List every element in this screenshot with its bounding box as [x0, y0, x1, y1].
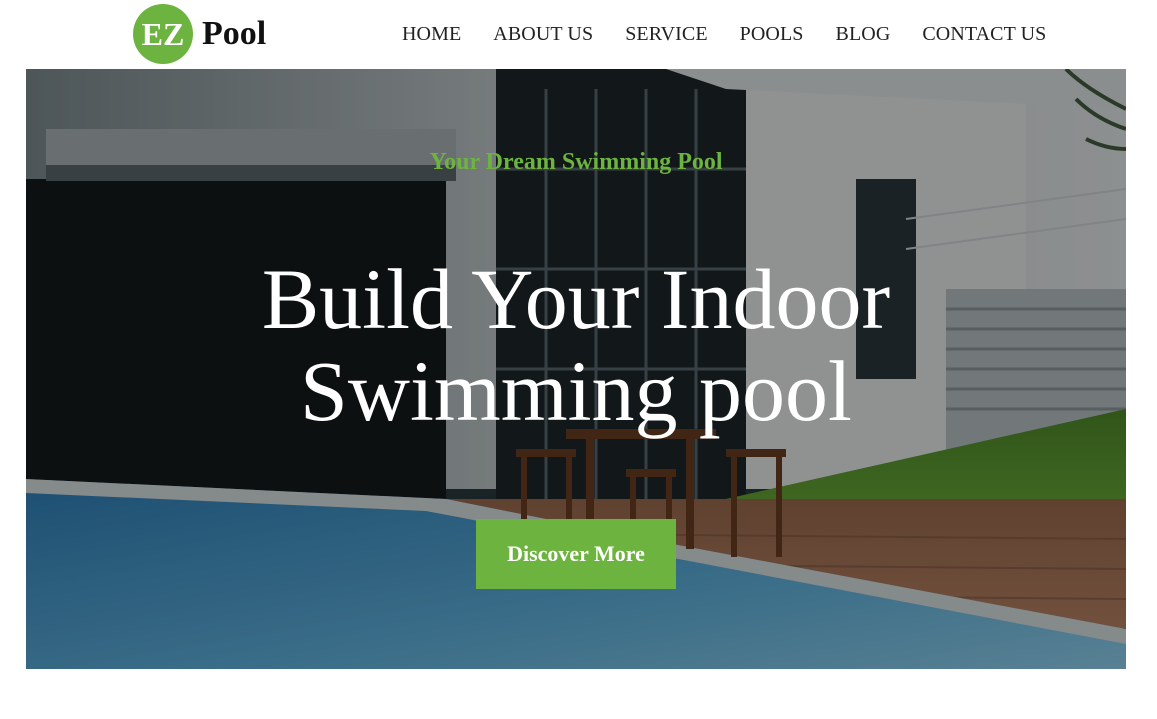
nav-item-pools[interactable]: POOLS	[724, 0, 820, 69]
hero-banner: Your Dream Swimming Pool Build Your Indo…	[26, 69, 1126, 669]
hero-title-line-2: Swimming pool	[300, 343, 852, 439]
hero-kicker: Your Dream Swimming Pool	[429, 149, 723, 175]
nav-item-blog[interactable]: BLOG	[820, 0, 907, 69]
discover-more-button[interactable]: Discover More	[476, 519, 676, 589]
hero-title-line-1: Build Your Indoor	[261, 251, 891, 347]
nav-item-service[interactable]: SERVICE	[609, 0, 723, 69]
nav-item-about-us[interactable]: ABOUT US	[477, 0, 609, 69]
nav-item-home[interactable]: HOME	[386, 0, 477, 69]
site-logo[interactable]: EZ Pool	[133, 4, 266, 64]
main-nav: HOME ABOUT US SERVICE POOLS BLOG CONTACT…	[386, 0, 1062, 69]
hero-title: Build Your Indoor Swimming pool	[176, 253, 976, 437]
logo-wordmark: Pool	[202, 15, 267, 52]
nav-item-contact-us[interactable]: CONTACT US	[906, 0, 1062, 69]
logo-badge: EZ	[133, 4, 193, 64]
site-header: EZ Pool HOME ABOUT US SERVICE POOLS BLOG…	[0, 0, 1157, 69]
